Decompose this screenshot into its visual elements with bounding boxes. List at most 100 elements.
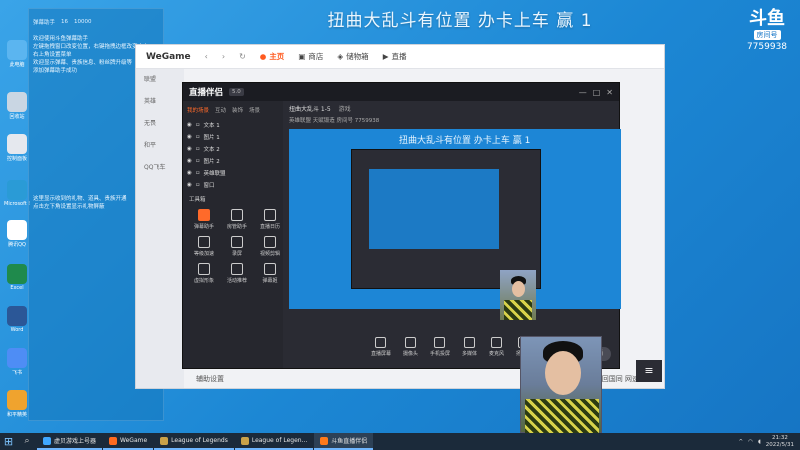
desktop-icon[interactable]: 和平精英	[4, 390, 30, 418]
scene-list: ◉ ▫ 文本 1 ◉ ▫ 图片 1 ◉ ▫ 文本 2 ◉ ▫ 图片 2 ◉ ▫ 英雄联盟 ◉ ▫ 窗口	[183, 119, 283, 191]
tab-interact[interactable]: 互动	[215, 106, 226, 114]
network-icon[interactable]: ◠	[748, 439, 753, 445]
scene-item[interactable]: ◉ ▫ 英雄联盟	[183, 167, 283, 179]
control-label: 手机投屏	[429, 351, 450, 357]
live-companion-window[interactable]: 直播伴侣 5.0 — □ ✕ 我的场景 互动 装饰 场景 ◉ ▫ 文本 1 ◉ ▫ 图片 …	[182, 82, 621, 369]
desktop-icon[interactable]: 腾讯QQ	[4, 220, 30, 248]
chevron-up-icon[interactable]: ^	[738, 439, 743, 445]
scene-item[interactable]: ◉ ▫ 图片 2	[183, 155, 283, 167]
desktop-icon-label: 此电脑	[9, 62, 25, 68]
app-icon	[320, 436, 329, 445]
taskbar-items: 虚贝游戏上号器 WeGame League of Legends League of …	[37, 433, 374, 450]
clock[interactable]: 21:32 2022/5/31	[766, 435, 794, 448]
network-status: 回国同 网速	[601, 375, 639, 383]
toolbox-item[interactable]: 视频剪辑	[255, 236, 285, 257]
version-badge: 5.0	[229, 88, 244, 96]
desktop-icon[interactable]: 此电脑	[4, 40, 30, 68]
tab-home[interactable]: ● 主页	[260, 51, 285, 62]
stream-info-line2: 英雄联盟 天赋锻造 房间号 7759938	[289, 118, 380, 124]
control-icon	[375, 337, 387, 348]
eye-icon[interactable]: ◉	[187, 182, 192, 188]
tool-icon	[198, 209, 210, 221]
sidebar-item[interactable]: 无畏	[136, 113, 184, 135]
taskbar-item-label: 虚贝游戏上号器	[54, 438, 97, 445]
desktop-icon[interactable]: Word	[4, 306, 30, 333]
danmaku-count: 16	[61, 19, 69, 25]
stream-preview[interactable]: 扭曲大乱斗有位置 办卡上车 赢 1	[289, 129, 621, 309]
sidebar-item[interactable]: QQ飞车	[136, 157, 184, 179]
app-icon	[7, 348, 27, 368]
desktop-icon[interactable]: 回收站	[4, 92, 30, 120]
windows-start-icon[interactable]: ⊞	[0, 433, 17, 450]
back-icon[interactable]: ‹	[205, 52, 208, 61]
wegame-sidebar: 联盟 英雄 无畏 和平 QQ飞车	[136, 69, 184, 388]
scene-item[interactable]: ◉ ▫ 文本 1	[183, 119, 283, 131]
app-icon	[7, 40, 27, 60]
eye-icon[interactable]: ◉	[187, 122, 192, 128]
sidebar-item[interactable]: 和平	[136, 135, 184, 157]
app-icon	[43, 436, 51, 445]
forward-icon[interactable]: ›	[222, 52, 225, 61]
room-number: 7759938	[746, 42, 788, 52]
lock-icon[interactable]: ▫	[196, 134, 200, 140]
menu-icon[interactable]: ≡	[636, 360, 662, 382]
taskbar-item[interactable]: WeGame	[103, 433, 154, 450]
eye-icon[interactable]: ◉	[187, 146, 192, 152]
lock-icon[interactable]: ▫	[196, 146, 200, 152]
sidebar-item[interactable]: 联盟	[136, 69, 184, 91]
lock-icon[interactable]: ▫	[196, 170, 200, 176]
desktop-icon[interactable]: Microsoft Edge	[4, 180, 30, 207]
scene-item[interactable]: ◉ ▫ 图片 1	[183, 131, 283, 143]
close-icon[interactable]: ✕	[606, 88, 613, 97]
live-control[interactable]: 直播屏幕	[371, 337, 391, 367]
tab-store[interactable]: ▣ 商店	[298, 51, 323, 62]
live-control[interactable]: 麦克风	[489, 337, 504, 367]
scene-item[interactable]: ◉ ▫ 窗口	[183, 179, 283, 191]
scene-item[interactable]: ◉ ▫ 文本 2	[183, 143, 283, 155]
toolbox-item[interactable]: 弹幕姬	[255, 263, 285, 284]
desktop-icon[interactable]: 飞书	[4, 348, 30, 376]
toolbox-item[interactable]: 房管助手	[222, 209, 252, 230]
stream-info-title[interactable]: 扭曲大乱斗 1-5	[289, 106, 331, 113]
tool-icon	[231, 209, 243, 221]
toolbox-item[interactable]: 等级加速	[189, 236, 219, 257]
taskbar-item[interactable]: League of Legen...	[234, 433, 314, 450]
eye-icon[interactable]: ◉	[187, 158, 192, 164]
assist-settings[interactable]: 辅助设置	[196, 374, 224, 384]
sidebar-item[interactable]: 英雄	[136, 91, 184, 113]
live-control[interactable]: 摄像头	[403, 337, 418, 367]
scene-label: 文本 1	[203, 123, 220, 129]
volume-icon[interactable]: ◖	[758, 439, 761, 445]
lock-icon[interactable]: ▫	[196, 122, 200, 128]
refresh-icon[interactable]: ↻	[239, 52, 246, 61]
minimize-icon[interactable]: —	[579, 88, 587, 97]
live-control[interactable]: 手机投屏	[430, 337, 450, 367]
taskbar-item[interactable]: 虚贝游戏上号器	[37, 433, 103, 450]
desktop-icon[interactable]: 控制面板	[4, 134, 30, 162]
toolbox-item[interactable]: 直播日历	[255, 209, 285, 230]
tab-live[interactable]: ▶ 直播	[383, 51, 407, 62]
taskbar-item[interactable]: League of Legends	[154, 433, 234, 450]
tab-inventory[interactable]: ◈ 储物箱	[337, 51, 368, 62]
tab-my-scene[interactable]: 我的场景	[187, 106, 209, 114]
toolbox-item[interactable]: 弹幕助手	[189, 209, 219, 230]
scene-label: 英雄联盟	[203, 171, 226, 177]
stream-title: 扭曲大乱斗有位置 办卡上车 赢 1	[327, 11, 593, 31]
live-control[interactable]: 多媒体	[462, 337, 477, 367]
desktop-icon[interactable]: Excel	[4, 264, 30, 291]
toolbox-item[interactable]: 活动推荐	[222, 263, 252, 284]
tab-scene[interactable]: 场景	[249, 106, 260, 114]
scene-label: 图片 1	[203, 135, 220, 141]
tool-label: 房管助手	[226, 224, 247, 230]
lock-icon[interactable]: ▫	[196, 182, 200, 188]
eye-icon[interactable]: ◉	[187, 134, 192, 140]
toolbox-item[interactable]: 录屏	[222, 236, 252, 257]
lock-icon[interactable]: ▫	[196, 158, 200, 164]
taskbar-item[interactable]: 斗鱼直播伴侣	[314, 433, 374, 450]
search-icon[interactable]: ⌕	[17, 433, 37, 450]
tab-decor[interactable]: 装饰	[232, 106, 243, 114]
scene-label: 图片 2	[203, 159, 220, 165]
toolbox-item[interactable]: 虚拟形象	[189, 263, 219, 284]
maximize-icon[interactable]: □	[593, 88, 601, 97]
eye-icon[interactable]: ◉	[187, 170, 192, 176]
